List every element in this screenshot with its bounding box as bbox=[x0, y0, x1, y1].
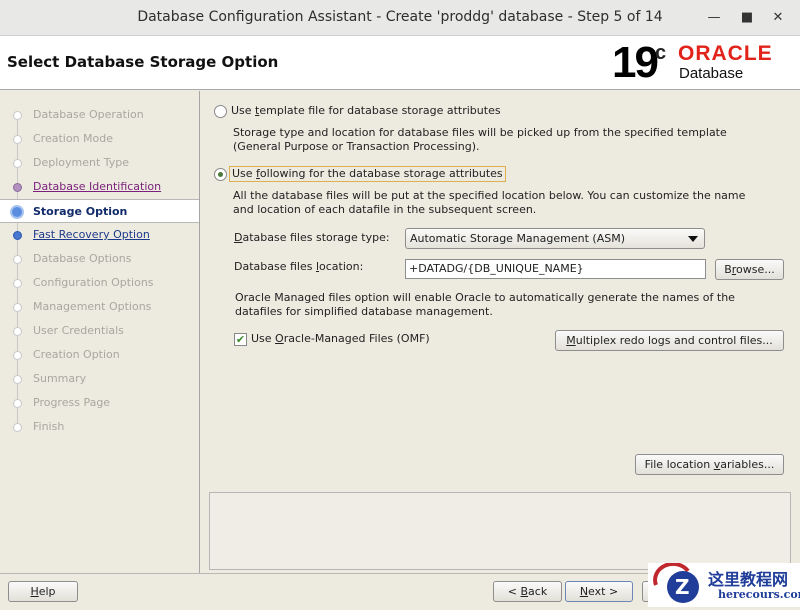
location-input[interactable]: +DATADG/{DB_UNIQUE_NAME} bbox=[405, 259, 706, 279]
sidebar-step-user-credentials: User Credentials bbox=[0, 319, 199, 343]
sidebar-step-creation-option: Creation Option bbox=[0, 343, 199, 367]
template-desc-2: (General Purpose or Transaction Processi… bbox=[233, 140, 480, 153]
oracle-19c-logo: 19 bbox=[612, 38, 659, 87]
storage-type-select[interactable]: Automatic Storage Management (ASM) bbox=[405, 228, 705, 249]
following-desc-2: and location of each datafile in the sub… bbox=[233, 203, 537, 216]
following-desc-1: All the database files will be put at th… bbox=[233, 189, 746, 202]
step-label: Storage Option bbox=[33, 205, 128, 218]
browse-button[interactable]: Browse... bbox=[715, 259, 784, 280]
step-status-icon bbox=[13, 159, 22, 168]
maximize-icon[interactable]: ■ bbox=[737, 8, 757, 28]
sidebar-step-summary: Summary bbox=[0, 367, 199, 391]
logo-product: Database bbox=[679, 65, 744, 82]
sidebar-step-database-operation: Database Operation bbox=[0, 103, 199, 127]
minimize-icon[interactable]: — bbox=[704, 8, 724, 28]
template-desc-1: Storage type and location for database f… bbox=[233, 126, 727, 139]
sidebar-step-configuration-options: Configuration Options bbox=[0, 271, 199, 295]
watermark-logo: Z 这里教程网 herecours.com bbox=[648, 561, 800, 607]
close-icon[interactable]: ✕ bbox=[768, 8, 788, 28]
oracle-brand: ORACLE bbox=[678, 42, 773, 65]
omf-checkbox-label[interactable]: Use Oracle-Managed Files (OMF) bbox=[251, 332, 430, 346]
location-label: Database files location: bbox=[234, 260, 364, 273]
watermark-url: herecours.com bbox=[718, 588, 800, 601]
following-radio-label[interactable]: Use following for the database storage a… bbox=[229, 166, 506, 182]
omf-desc-2: datafiles for simplified database manage… bbox=[235, 305, 493, 318]
sidebar-step-storage-option: Storage Option bbox=[0, 199, 199, 223]
step-status-icon bbox=[13, 111, 22, 120]
step-label: Fast Recovery Option bbox=[33, 228, 150, 241]
page-header: Select Database Storage Option 19 c ORAC… bbox=[0, 36, 800, 90]
step-status-icon bbox=[13, 183, 22, 192]
step-status-icon bbox=[13, 423, 22, 432]
svg-text:Z: Z bbox=[675, 575, 690, 599]
step-status-icon bbox=[10, 205, 24, 219]
template-radio[interactable] bbox=[214, 105, 227, 118]
window-title: Database Configuration Assistant - Creat… bbox=[137, 9, 663, 25]
step-status-icon bbox=[13, 279, 22, 288]
multiplex-button[interactable]: Multiplex redo logs and control files... bbox=[555, 330, 784, 351]
help-button[interactable]: Help bbox=[8, 581, 78, 602]
file-location-variables-button[interactable]: File location variables... bbox=[635, 454, 784, 475]
following-radio[interactable] bbox=[214, 168, 227, 181]
sidebar-step-fast-recovery-option[interactable]: Fast Recovery Option bbox=[0, 223, 199, 247]
sidebar-step-management-options: Management Options bbox=[0, 295, 199, 319]
step-label: Deployment Type bbox=[33, 156, 130, 169]
omf-checkbox[interactable]: ✔ bbox=[234, 333, 247, 346]
step-status-icon bbox=[13, 231, 22, 240]
step-label: Creation Option bbox=[33, 348, 120, 361]
title-bar: Database Configuration Assistant - Creat… bbox=[0, 0, 800, 36]
step-status-icon bbox=[13, 351, 22, 360]
step-label: Creation Mode bbox=[33, 132, 114, 145]
sidebar-step-creation-mode: Creation Mode bbox=[0, 127, 199, 151]
sidebar-step-progress-page: Progress Page bbox=[0, 391, 199, 415]
chevron-down-icon bbox=[688, 236, 698, 242]
sidebar-step-deployment-type: Deployment Type bbox=[0, 151, 199, 175]
storage-type-value: Automatic Storage Management (ASM) bbox=[410, 232, 625, 245]
logo-sup: c bbox=[655, 42, 667, 64]
sidebar-step-database-options: Database Options bbox=[0, 247, 199, 271]
message-panel bbox=[209, 492, 791, 570]
step-label: Management Options bbox=[33, 300, 152, 313]
step-status-icon bbox=[13, 303, 22, 312]
sidebar-step-finish: Finish bbox=[0, 415, 199, 439]
step-status-icon bbox=[13, 255, 22, 264]
step-status-icon bbox=[13, 399, 22, 408]
watermark-text: 这里教程网 bbox=[708, 570, 789, 589]
step-label: Database Options bbox=[33, 252, 132, 265]
step-label: Database Operation bbox=[33, 108, 144, 121]
template-radio-label[interactable]: Use template file for database storage a… bbox=[231, 104, 501, 118]
step-label: Summary bbox=[33, 372, 87, 385]
step-label: User Credentials bbox=[33, 324, 124, 337]
sidebar-step-database-identification[interactable]: Database Identification bbox=[0, 175, 199, 199]
page-title: Select Database Storage Option bbox=[7, 53, 279, 71]
step-status-icon bbox=[13, 327, 22, 336]
omf-desc-1: Oracle Managed files option will enable … bbox=[235, 291, 735, 304]
step-status-icon bbox=[13, 375, 22, 384]
step-label: Progress Page bbox=[33, 396, 111, 409]
step-status-icon bbox=[13, 135, 22, 144]
storage-type-label: Database files storage type: bbox=[234, 231, 390, 244]
next-button[interactable]: Next > bbox=[565, 581, 633, 602]
step-label: Configuration Options bbox=[33, 276, 154, 289]
location-value: +DATADG/{DB_UNIQUE_NAME} bbox=[409, 262, 584, 275]
step-label: Database Identification bbox=[33, 180, 162, 193]
step-label: Finish bbox=[33, 420, 65, 433]
back-button[interactable]: < Back bbox=[493, 581, 562, 602]
